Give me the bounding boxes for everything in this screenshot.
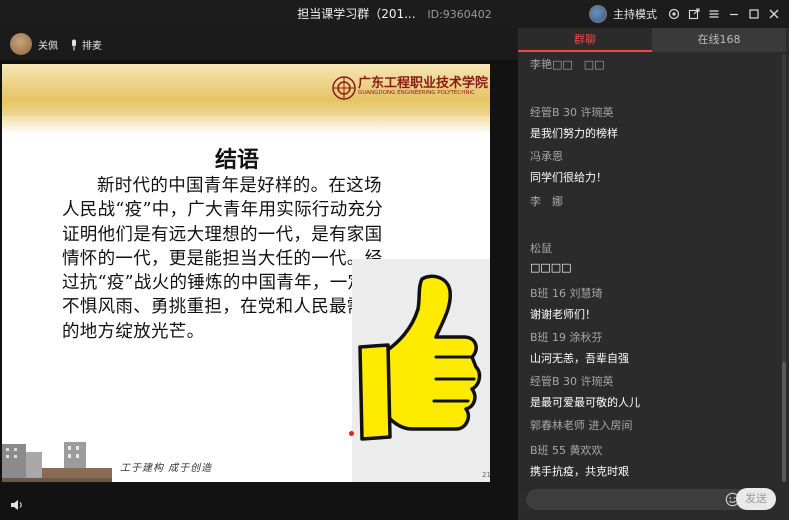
chat-text: 山河无恙，吾辈自强: [530, 352, 629, 365]
school-motto: 工于建构 成于创造: [120, 463, 213, 474]
tab-online-users[interactable]: 在线168: [652, 28, 786, 52]
app-window: 担当课学习群（201... ID:9360402 主持模式 关佩 排麦 广东工程…: [0, 0, 789, 520]
microphone-icon: [72, 39, 76, 50]
laser-pointer: [349, 431, 354, 436]
stage-toolbar: 关佩 排麦: [0, 28, 518, 60]
chat-text: 同学们很给力！: [530, 171, 607, 184]
presenter-avatar: [10, 33, 32, 55]
chat-text: 携手抗疫，共克时艰: [530, 465, 629, 478]
school-emblem-icon: [332, 76, 356, 100]
host-avatar[interactable]: [589, 5, 607, 23]
chat-input[interactable]: [536, 491, 716, 508]
chat-message: B班 55 黄欢欢 携手抗疫，共克时艰: [530, 442, 770, 479]
slide-page-number: 21: [482, 471, 490, 479]
chat-text: 是最可爱最可敬的人儿: [530, 396, 640, 409]
video-stage: 关佩 排麦 广东工程职业技术学院 GUANGDONG ENGINEERING P…: [0, 28, 518, 520]
thumbs-up-icon: 21: [352, 259, 490, 482]
mic-queue-button[interactable]: 排麦: [70, 37, 102, 52]
chat-text: □□□□: [530, 261, 572, 274]
slide-body-text: 新时代的中国青年是好样的。在这场人民战“疫”中，广大青年用实际行动充分证明他们是…: [62, 176, 384, 342]
chat-message: B班 19 涂秋芬 山河无恙，吾辈自强: [530, 329, 770, 366]
presenter-info[interactable]: 关佩: [10, 33, 58, 55]
chat-message: 经管B 30 许琬英 是我们努力的榜样: [530, 104, 770, 141]
chat-message: B班 16 刘慧琦 谢谢老师们！: [530, 285, 770, 322]
host-mode-label[interactable]: 主持模式: [613, 6, 657, 22]
title-bar-controls: 主持模式: [589, 4, 781, 24]
maximize-icon[interactable]: [747, 7, 761, 21]
school-logo: 广东工程职业技术学院 GUANGDONG ENGINEERING POLYTEC…: [330, 72, 490, 104]
group-title: 担当课学习群（201...: [297, 7, 416, 21]
chat-sender: 李艳□□ □□: [530, 58, 605, 71]
presenter-name: 关佩: [38, 40, 58, 52]
mic-queue-label: 排麦: [82, 41, 102, 52]
thumbs-up-image: 21: [352, 259, 490, 482]
chat-sender: 冯承恩: [530, 150, 563, 163]
chat-scrollbar-thumb[interactable]: [782, 362, 786, 482]
school-name-cn: 广东工程职业技术学院: [358, 76, 489, 91]
tab-group-chat[interactable]: 群聊: [518, 28, 652, 52]
slide-title: 结语: [214, 147, 259, 173]
chat-text: 是我们努力的榜样: [530, 127, 618, 140]
chat-sender: 松鼠: [530, 242, 552, 255]
room-id: ID:9360402: [427, 8, 492, 21]
chat-message: 松鼠 □□□□: [530, 240, 770, 274]
school-name-en: GUANGDONG ENGINEERING POLYTECHNIC: [358, 90, 475, 96]
chat-message: 李 娜: [530, 193, 770, 209]
presentation-slide: 广东工程职业技术学院 GUANGDONG ENGINEERING POLYTEC…: [2, 64, 490, 482]
chat-sender: 经管B 30 许琬英: [530, 106, 614, 119]
chat-sender: 李 娜: [530, 195, 563, 208]
minimize-icon[interactable]: [727, 7, 741, 21]
volume-icon[interactable]: [10, 497, 24, 511]
chat-message-list[interactable]: 李艳□□ □□ 经管B 30 许琬英 是我们努力的榜样 冯承恩 同学们很给力！ …: [530, 56, 770, 510]
system-join-notice: 郭春林老师 进入房间: [530, 419, 633, 432]
chat-sender: B班 16 刘慧琦: [530, 287, 603, 300]
chat-scrollbar[interactable]: [782, 54, 786, 482]
chat-message: 冯承恩 同学们很给力！: [530, 148, 770, 185]
chat-message: 经管B 30 许琬英 是最可爱最可敬的人儿: [530, 373, 770, 410]
chat-text: 谢谢老师们！: [530, 308, 596, 321]
chat-panel: 群聊 在线168 李艳□□ □□ 经管B 30 许琬英 是我们努力的榜样 冯承恩…: [518, 28, 789, 520]
title-bar: 担当课学习群（201... ID:9360402 主持模式: [0, 0, 789, 28]
share-icon[interactable]: [687, 7, 701, 21]
close-icon[interactable]: [767, 7, 781, 21]
settings-icon[interactable]: [667, 7, 681, 21]
chat-sender: 经管B 30 许琬英: [530, 375, 614, 388]
chat-tabs: 群聊 在线168: [518, 28, 786, 52]
chat-sender: B班 55 黄欢欢: [530, 444, 603, 457]
chat-sender: B班 19 涂秋芬: [530, 331, 603, 344]
send-button[interactable]: 发送: [736, 488, 776, 510]
chat-message: 李艳□□ □□: [530, 56, 770, 72]
menu-icon[interactable]: [707, 7, 721, 21]
